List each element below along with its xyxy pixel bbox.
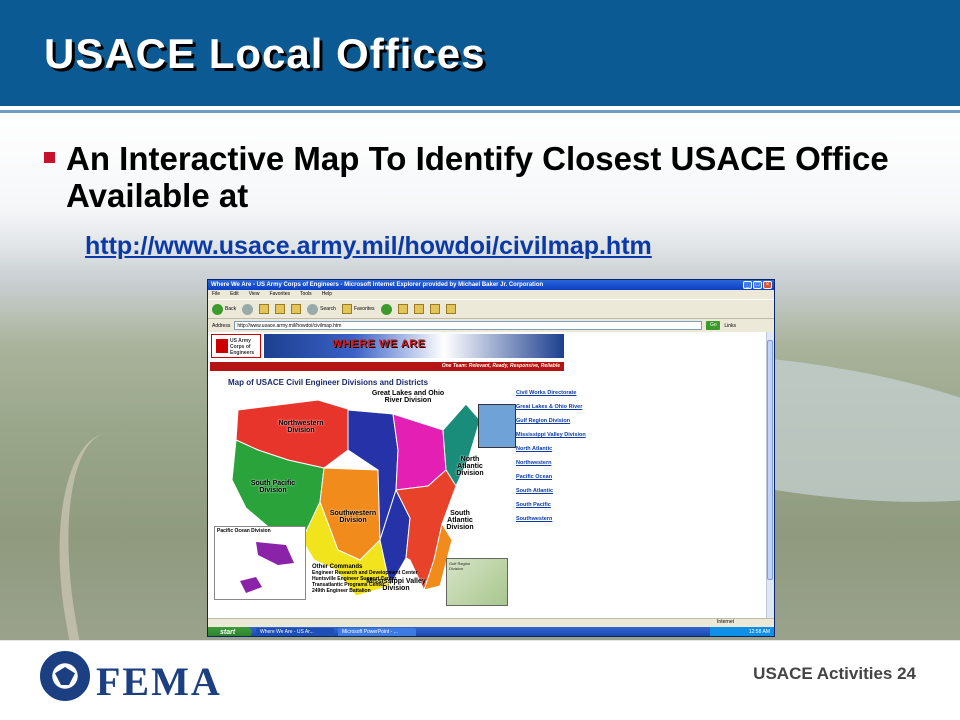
- pacific-ocean-title: Pacific Ocean Division: [217, 528, 271, 534]
- link-gulf-region[interactable]: Gulf Region Division: [516, 418, 596, 425]
- fema-logo: FEMA: [96, 659, 222, 704]
- close-icon[interactable]: ×: [763, 281, 772, 289]
- address-bar: Address http://www.usace.army.mil/howdoi…: [208, 320, 774, 331]
- browser-menu-bar: File Edit View Favorites Tools Help: [208, 290, 774, 299]
- status-zone: Internet: [717, 619, 734, 625]
- browser-window: Where We Are - US Army Corps of Engineer…: [207, 279, 775, 637]
- bullet-text: An Interactive Map To Identify Closest U…: [66, 140, 889, 214]
- forward-arrow-icon[interactable]: [242, 303, 254, 315]
- other-command-item[interactable]: 249th Engineer Battalion: [312, 588, 418, 594]
- search-button[interactable]: Search: [307, 303, 336, 315]
- system-tray-clock: 12:58 AM: [710, 627, 774, 636]
- minimize-icon[interactable]: _: [743, 281, 752, 289]
- region-alaska: [256, 542, 294, 565]
- menu-file[interactable]: File: [212, 290, 220, 299]
- label-south-atlantic: South Atlantic Division: [446, 510, 474, 531]
- back-button[interactable]: Back: [212, 303, 237, 315]
- menu-view[interactable]: View: [249, 290, 260, 299]
- scrollbar-thumb[interactable]: [767, 340, 773, 580]
- refresh-icon[interactable]: [275, 304, 286, 314]
- other-commands: Other Commands Engineer Research and Dev…: [312, 564, 418, 594]
- stop-icon[interactable]: [259, 304, 270, 314]
- link-mississippi-valley[interactable]: Mississippi Valley Division: [516, 432, 596, 439]
- search-icon: [307, 303, 319, 315]
- go-button[interactable]: Go: [706, 321, 721, 330]
- link-south-atlantic[interactable]: South Atlantic: [516, 488, 596, 495]
- europe-inset[interactable]: [478, 404, 516, 448]
- pacific-map-svg: [240, 542, 294, 593]
- home-icon[interactable]: [291, 304, 302, 314]
- label-southwestern: Southwestern Division: [329, 510, 377, 524]
- taskbar-item-powerpoint[interactable]: Microsoft PowerPoint - ...: [338, 628, 416, 636]
- maximize-icon[interactable]: □: [753, 281, 762, 289]
- division-links: Civil Works Directorate Great Lakes & Oh…: [516, 390, 596, 530]
- back-arrow-icon: [212, 303, 223, 315]
- address-input[interactable]: http://www.usace.army.mil/howdoi/civilma…: [234, 321, 703, 330]
- browser-toolbar: Back Search Favorites: [208, 299, 774, 319]
- usace-logo-text: US Army Corps of Engineers: [230, 338, 255, 356]
- history-icon[interactable]: [397, 304, 408, 314]
- window-controls: _ □ ×: [743, 281, 772, 289]
- menu-favorites[interactable]: Favorites: [269, 290, 290, 299]
- search-label: Search: [320, 306, 336, 312]
- link-northwestern[interactable]: Northwestern: [516, 460, 596, 467]
- link-south-pacific[interactable]: South Pacific: [516, 502, 596, 509]
- background-road: [34, 424, 206, 640]
- link-civil-works[interactable]: Civil Works Directorate: [516, 390, 596, 397]
- label-south-pacific: South Pacific Division: [250, 480, 296, 494]
- links-label[interactable]: Links: [724, 323, 736, 329]
- link-pacific-ocean[interactable]: Pacific Ocean: [516, 474, 596, 481]
- menu-tools[interactable]: Tools: [300, 290, 312, 299]
- link-great-lakes[interactable]: Great Lakes & Ohio River: [516, 404, 596, 411]
- browser-status-bar: [208, 618, 774, 627]
- usace-logo[interactable]: US Army Corps of Engineers: [211, 334, 261, 358]
- link-north-atlantic[interactable]: North Atlantic: [516, 446, 596, 453]
- banner-title: WHERE WE ARE: [332, 338, 426, 350]
- favorites-label: Favorites: [353, 306, 375, 312]
- bullet-marker: [44, 152, 55, 163]
- edit-icon[interactable]: [445, 304, 456, 314]
- link-southwestern[interactable]: Southwestern: [516, 516, 596, 523]
- civilmap-link[interactable]: http://www.usace.army.mil/howdoi/civilma…: [85, 232, 652, 261]
- gulf-inset-label: Gulf Region Division: [449, 561, 471, 571]
- menu-help[interactable]: Help: [322, 290, 332, 299]
- print-icon[interactable]: [429, 304, 440, 314]
- media-icon[interactable]: [380, 303, 392, 315]
- favorites-button[interactable]: Favorites: [341, 304, 375, 314]
- label-north-atlantic: North Atlantic Division: [456, 456, 484, 477]
- browser-viewport: US Army Corps of Engineers WHERE WE ARE …: [208, 332, 768, 618]
- address-label: Address: [212, 322, 231, 329]
- gulf-region-inset[interactable]: Gulf Region Division: [446, 558, 508, 606]
- start-button[interactable]: start: [208, 627, 252, 636]
- windows-taskbar: start Where We Are - US Ar... Microsoft …: [208, 627, 774, 636]
- browser-title-bar: Where We Are - US Army Corps of Engineer…: [208, 280, 774, 290]
- slide-title: USACE Local Offices: [44, 30, 486, 77]
- mail-icon[interactable]: [413, 304, 424, 314]
- taskbar-item-ie[interactable]: Where We Are - US Ar...: [256, 628, 334, 636]
- castle-icon: [216, 339, 228, 353]
- region-hawaii: [240, 577, 262, 593]
- back-label: Back: [225, 306, 237, 312]
- label-great-lakes: Great Lakes and Ohio River Division: [371, 390, 445, 404]
- footer-slide-label: USACE Activities 24: [753, 664, 916, 683]
- page-tagline: One Team: Relevant, Ready, Responsive, R…: [210, 362, 564, 371]
- map-heading: Map of USACE Civil Engineer Divisions an…: [228, 378, 429, 387]
- pacific-ocean-inset[interactable]: Pacific Ocean Division: [214, 526, 306, 600]
- star-icon: [341, 304, 352, 314]
- label-northwestern: Northwestern Division: [278, 420, 324, 434]
- browser-window-title: Where We Are - US Army Corps of Engineer…: [211, 282, 544, 288]
- menu-edit[interactable]: Edit: [230, 290, 239, 299]
